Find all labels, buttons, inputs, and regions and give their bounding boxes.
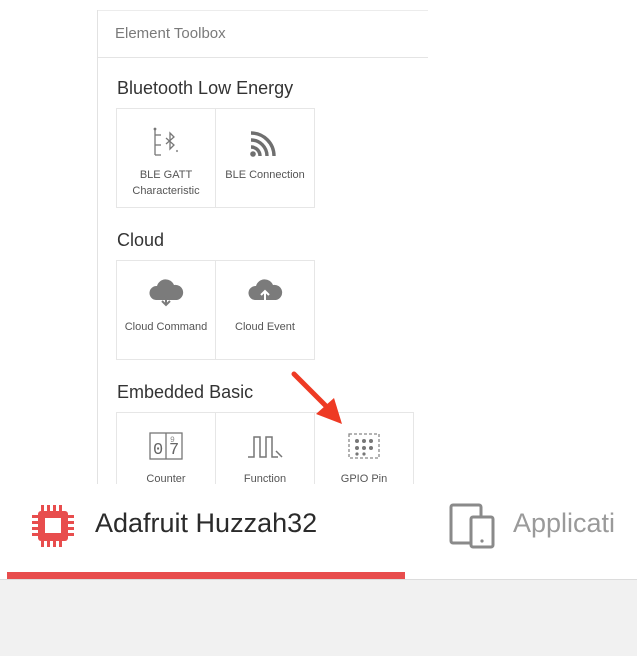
cloud-upload-icon xyxy=(216,275,314,313)
section-title-embedded-basic: Embedded Basic xyxy=(117,382,254,402)
svg-text:0: 0 xyxy=(153,441,163,460)
counter-icon: 0 7 9 xyxy=(117,427,215,465)
tile-label: GPIO Pin xyxy=(340,473,388,484)
tab-adafruit-huzzah32[interactable]: Adafruit Huzzah32 xyxy=(7,484,405,579)
content-area xyxy=(0,579,637,656)
tile-cloud-event[interactable]: Cloud Event xyxy=(215,260,315,360)
toolbox-header: Element Toolbox xyxy=(98,10,428,58)
element-toolbox: Element Toolbox Bluetooth Low Energy BLE… xyxy=(97,10,428,484)
tile-group-cloud: Cloud Command Cloud Event xyxy=(116,260,315,360)
tile-ble-connection[interactable]: BLE Connection xyxy=(215,108,315,208)
tab-application-label: Applicati xyxy=(513,508,616,538)
svg-text:9: 9 xyxy=(170,436,175,445)
active-tab-indicator xyxy=(7,572,405,579)
ble-gatt-icon xyxy=(117,123,215,161)
section-title-bluetooth-low-energy: Bluetooth Low Energy xyxy=(117,78,294,98)
tile-counter[interactable]: 0 7 9 Counter xyxy=(116,412,216,484)
tile-label: Counter xyxy=(146,473,186,484)
tile-ble-gatt-characteristic[interactable]: BLE GATT Characteristic xyxy=(116,108,216,208)
tile-label: Cloud Event xyxy=(235,321,295,333)
tab-device-label: Adafruit Huzzah32 xyxy=(95,508,318,538)
tile-label: Cloud Command xyxy=(124,321,208,333)
chip-icon xyxy=(29,502,77,555)
tile-label: Function xyxy=(243,473,287,484)
tab-application[interactable]: Applicati xyxy=(445,484,637,579)
tile-group-ble: BLE GATT Characteristic BLE Connection xyxy=(116,108,315,208)
section-title-cloud: Cloud xyxy=(117,230,165,250)
tile-label: BLE GATT Characteristic xyxy=(132,169,200,197)
tile-group-embedded-basic: 0 7 9 Counter Function GPIO Pin xyxy=(116,412,414,484)
cloud-download-icon xyxy=(117,275,215,313)
device-tab-bar: Adafruit Huzzah32 Applicati xyxy=(0,484,637,579)
tile-label: BLE Connection xyxy=(225,169,305,181)
toolbox-title: Element Toolbox xyxy=(115,25,226,42)
ble-connection-icon xyxy=(216,123,314,161)
devices-icon xyxy=(449,503,499,554)
annotation-arrow xyxy=(291,371,342,424)
tile-cloud-command[interactable]: Cloud Command xyxy=(116,260,216,360)
